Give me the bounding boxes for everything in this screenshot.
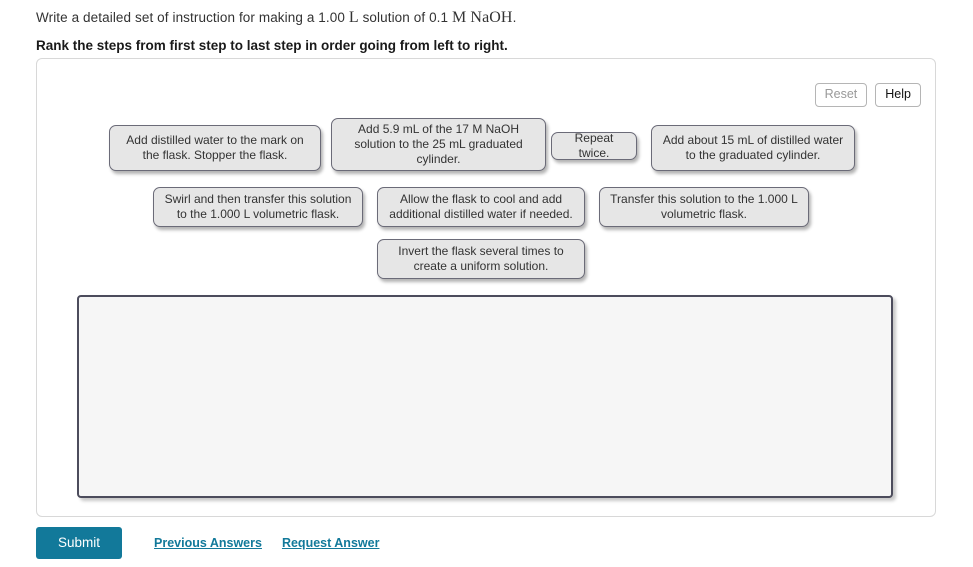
volume-value: 1.00 (318, 10, 345, 25)
question-end-text: . (512, 10, 517, 25)
drag-item[interactable]: Add about 15 mL of distilled water to th… (651, 125, 855, 171)
drag-item[interactable]: Add 5.9 mL of the 17 M NaOH solution to … (331, 118, 546, 171)
previous-answers-link[interactable]: Previous Answers (154, 536, 262, 550)
draggable-item-bank: Add distilled water to the mark on the f… (37, 59, 937, 289)
concentration-value: 0.1 (429, 10, 449, 25)
volume-unit: L (348, 9, 359, 26)
activity-panel: Reset Help Add distilled water to the ma… (36, 58, 936, 517)
question-lead-text: Write a detailed set of instruction for … (36, 10, 319, 25)
drag-item[interactable]: Swirl and then transfer this solution to… (153, 187, 363, 227)
concentration-unit: M NaOH (452, 9, 513, 26)
action-bar: Submit Previous Answers Request Answer (36, 527, 379, 559)
question-middle-text: solution of (358, 10, 430, 25)
drag-item[interactable]: Allow the flask to cool and add addition… (377, 187, 585, 227)
question-text: Write a detailed set of instruction for … (36, 8, 936, 28)
drag-item[interactable]: Transfer this solution to the 1.000 L vo… (599, 187, 809, 227)
rank-instruction-text: Rank the steps from first step to last s… (36, 38, 508, 53)
drag-item[interactable]: Add distilled water to the mark on the f… (109, 125, 321, 171)
drag-item[interactable]: Repeat twice. (551, 131, 637, 160)
request-answer-link[interactable]: Request Answer (282, 536, 379, 550)
ranking-drop-zone[interactable] (77, 295, 893, 498)
drag-item[interactable]: Invert the flask several times to create… (377, 239, 585, 279)
submit-button[interactable]: Submit (36, 527, 123, 559)
question-prompt-area: Write a detailed set of instruction for … (36, 8, 936, 56)
